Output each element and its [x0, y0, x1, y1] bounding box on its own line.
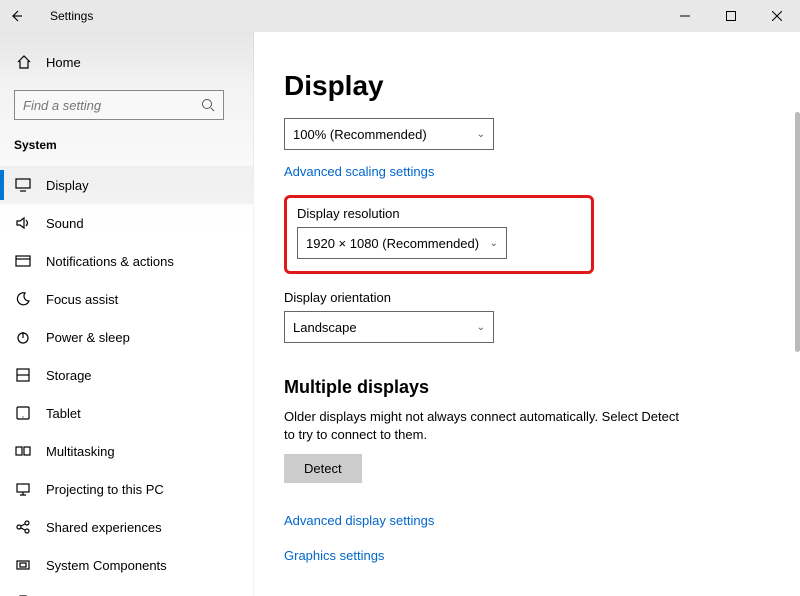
resolution-highlight: Display resolution 1920 × 1080 (Recommen…: [284, 195, 594, 274]
resolution-value: 1920 × 1080 (Recommended): [306, 236, 479, 251]
advanced-display-link[interactable]: Advanced display settings: [284, 513, 434, 528]
search-field[interactable]: [23, 98, 201, 113]
resolution-label: Display resolution: [297, 206, 581, 221]
nav-item-display[interactable]: Display: [0, 166, 253, 204]
nav-item-label: Sound: [46, 216, 84, 231]
nav-item-label: Display: [46, 178, 89, 193]
orientation-dropdown[interactable]: Landscape ⌄: [284, 311, 494, 343]
sidebar: Home System Display Sound Notifications & …: [0, 32, 254, 596]
nav-item-label: Power & sleep: [46, 330, 130, 345]
power-icon: [14, 329, 32, 345]
close-icon: [772, 11, 782, 21]
multitasking-icon: [14, 443, 32, 459]
category-title: System: [0, 130, 253, 166]
shared-icon: [14, 519, 32, 535]
nav-item-projecting-to-this-pc[interactable]: Projecting to this PC: [0, 470, 253, 508]
graphics-settings-link[interactable]: Graphics settings: [284, 548, 384, 563]
home-label: Home: [46, 55, 81, 70]
nav-list: Display Sound Notifications & actions Focus…: [0, 166, 253, 596]
chevron-down-icon: ⌄: [477, 322, 485, 333]
nav-item-power-sleep[interactable]: Power & sleep: [0, 318, 253, 356]
nav-item-notifications-actions[interactable]: Notifications & actions: [0, 242, 253, 280]
multiple-displays-heading: Multiple displays: [284, 377, 770, 398]
window-title: Settings: [50, 9, 93, 23]
display-icon: [14, 177, 32, 193]
maximize-button[interactable]: [708, 0, 754, 32]
close-button[interactable]: [754, 0, 800, 32]
project-icon: [14, 481, 32, 497]
advanced-scaling-link[interactable]: Advanced scaling settings: [284, 164, 434, 179]
orientation-value: Landscape: [293, 320, 357, 335]
scrollbar[interactable]: [795, 112, 800, 352]
orientation-label: Display orientation: [284, 290, 770, 305]
scale-dropdown[interactable]: 100% (Recommended) ⌄: [284, 118, 494, 150]
back-button[interactable]: [0, 0, 32, 32]
nav-item-label: Shared experiences: [46, 520, 162, 535]
chevron-down-icon: ⌄: [490, 238, 498, 249]
notifications-icon: [14, 253, 32, 269]
storage-icon: [14, 367, 32, 383]
components-icon: [14, 557, 32, 573]
titlebar: Settings: [0, 0, 800, 32]
scale-value: 100% (Recommended): [293, 127, 427, 142]
nav-item-focus-assist[interactable]: Focus assist: [0, 280, 253, 318]
main-content: Display 100% (Recommended) ⌄ Advanced sc…: [254, 32, 800, 596]
nav-item-label: Storage: [46, 368, 92, 383]
nav-item-clipboard[interactable]: Clipboard: [0, 584, 253, 596]
maximize-icon: [726, 11, 736, 21]
search-input[interactable]: [14, 90, 224, 120]
minimize-icon: [680, 11, 690, 21]
multiple-displays-desc: Older displays might not always connect …: [284, 408, 684, 444]
minimize-button[interactable]: [662, 0, 708, 32]
nav-item-label: Notifications & actions: [46, 254, 174, 269]
nav-item-label: Focus assist: [46, 292, 118, 307]
home-button[interactable]: Home: [0, 42, 253, 82]
resolution-dropdown[interactable]: 1920 × 1080 (Recommended) ⌄: [297, 227, 507, 259]
nav-item-tablet[interactable]: Tablet: [0, 394, 253, 432]
nav-item-multitasking[interactable]: Multitasking: [0, 432, 253, 470]
nav-item-storage[interactable]: Storage: [0, 356, 253, 394]
nav-item-sound[interactable]: Sound: [0, 204, 253, 242]
home-icon: [16, 54, 32, 70]
detect-button[interactable]: Detect: [284, 454, 362, 483]
nav-item-shared-experiences[interactable]: Shared experiences: [0, 508, 253, 546]
search-icon: [201, 98, 215, 112]
chevron-down-icon: ⌄: [477, 129, 485, 140]
nav-item-label: Multitasking: [46, 444, 115, 459]
tablet-icon: [14, 405, 32, 421]
sound-icon: [14, 215, 32, 231]
nav-item-label: System Components: [46, 558, 167, 573]
moon-icon: [14, 291, 32, 307]
nav-item-label: Projecting to this PC: [46, 482, 164, 497]
page-title: Display: [284, 70, 770, 102]
arrow-left-icon: [9, 9, 23, 23]
nav-item-label: Tablet: [46, 406, 81, 421]
nav-item-system-components[interactable]: System Components: [0, 546, 253, 584]
